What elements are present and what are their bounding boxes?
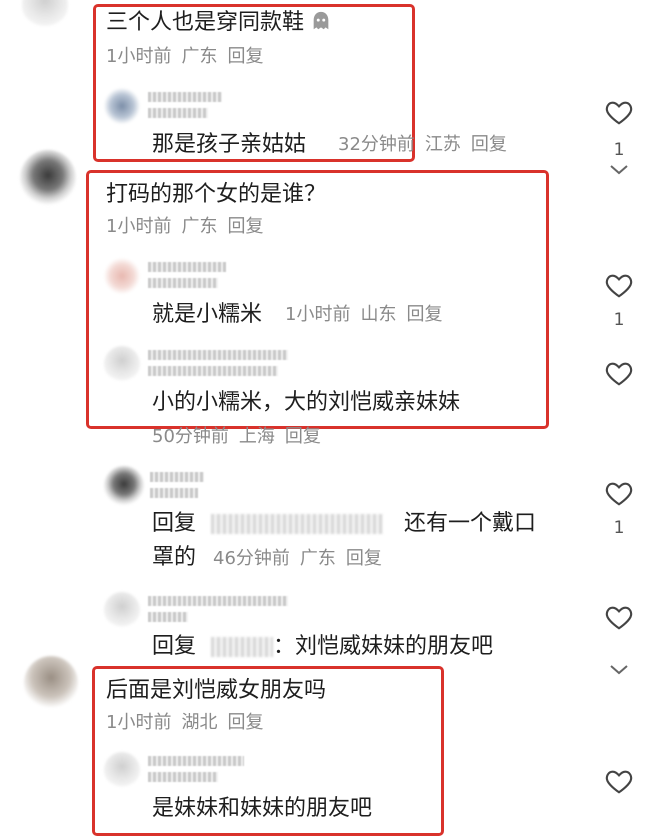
mentioned-username[interactable] — [211, 514, 384, 534]
heart-outline-icon[interactable] — [603, 97, 635, 127]
heart-outline-icon[interactable] — [603, 270, 635, 300]
timestamp: 1小时前 — [106, 216, 172, 237]
reply-text-continued: 罩的 46分钟前 广东 回复 — [152, 543, 392, 573]
reply-text: 那是孩子亲姑姑 — [152, 132, 307, 157]
heart-outline-icon[interactable] — [603, 358, 635, 388]
reply-username[interactable] — [148, 350, 288, 360]
location: 广东 — [299, 548, 336, 569]
comment-text-label: 三个人也是穿同款鞋 — [106, 10, 305, 35]
comment-text: 三个人也是穿同款鞋 — [106, 8, 332, 38]
reply-avatar[interactable] — [104, 258, 140, 294]
reply-button[interactable]: 回复 — [471, 134, 507, 155]
reply-username[interactable] — [150, 472, 204, 482]
reply-username[interactable] — [148, 756, 244, 766]
timestamp: 1小时前 — [106, 46, 172, 67]
reply-meta: 1小时前 山东 回复 — [285, 302, 452, 328]
comment-meta: 1小时前 广东 回复 — [106, 44, 273, 70]
reply-username-line2 — [148, 278, 218, 288]
reply-meta: 50分钟前 上海 回复 — [152, 424, 331, 450]
reply-text-label: ：刘恺威妹妹的朋友吧 — [273, 634, 494, 659]
reply-username-line2 — [148, 612, 188, 622]
timestamp: 46分钟前 — [213, 548, 290, 569]
reply-username-line2 — [148, 108, 208, 118]
reply-username-line2 — [148, 366, 278, 376]
reply-button[interactable]: 回复 — [406, 304, 442, 325]
ghost-sticker-icon — [313, 11, 329, 30]
reply-prefix: 回复 — [152, 511, 197, 536]
reply-avatar[interactable] — [104, 346, 140, 382]
comment-text: 打码的那个女的是谁？ — [106, 182, 327, 207]
chevron-down-icon[interactable] — [609, 164, 629, 176]
reply-avatar[interactable] — [104, 466, 144, 506]
chevron-down-icon[interactable] — [609, 664, 629, 676]
reply-text: 小的小糯米，大的刘恺威亲妹妹 — [152, 390, 461, 415]
location: 江苏 — [424, 134, 461, 155]
timestamp: 1小时前 — [285, 304, 351, 325]
like-count: 1 — [613, 518, 625, 538]
heart-outline-icon[interactable] — [603, 478, 635, 508]
reply-text-label: 还有一个戴口 — [404, 511, 537, 536]
reply-username[interactable] — [148, 262, 226, 272]
comment-meta: 1小时前 广东 回复 — [106, 214, 273, 240]
reply-button[interactable]: 回复 — [227, 712, 263, 733]
reply-avatar[interactable] — [104, 592, 140, 628]
reply-username-line2 — [150, 488, 198, 498]
comment-text: 后面是刘恺威女朋友吗 — [106, 678, 327, 703]
timestamp: 1小时前 — [106, 712, 172, 733]
reply-text: 就是小糯米 — [152, 302, 263, 327]
heart-outline-icon[interactable] — [603, 602, 635, 632]
reply-username[interactable] — [148, 596, 288, 606]
timestamp: 50分钟前 — [152, 426, 229, 447]
reply-button[interactable]: 回复 — [285, 426, 321, 447]
reply-username-line2 — [148, 772, 218, 782]
reply-text: 是妹妹和妹妹的朋友吧 — [152, 796, 373, 821]
reply-username[interactable] — [148, 92, 222, 102]
reply-button[interactable]: 回复 — [227, 46, 263, 67]
heart-outline-icon[interactable] — [603, 766, 635, 796]
reply-button[interactable]: 回复 — [346, 548, 382, 569]
reply-meta: 32分钟前 江苏 回复 — [338, 132, 517, 158]
avatar[interactable] — [20, 150, 76, 206]
location: 广东 — [181, 216, 218, 237]
avatar[interactable] — [24, 656, 78, 710]
reply-meta: 46分钟前 广东 回复 — [213, 548, 392, 569]
reply-text: 回复 ：刘恺威妹妹的朋友吧 — [152, 632, 493, 662]
reply-avatar[interactable] — [104, 88, 140, 124]
reply-text-line2: 罩的 — [152, 545, 197, 570]
location: 山东 — [360, 304, 397, 325]
location: 广东 — [181, 46, 218, 67]
reply-avatar[interactable] — [104, 752, 140, 788]
reply-prefix: 回复 — [152, 634, 197, 659]
like-count: 1 — [613, 310, 625, 330]
comment-meta: 1小时前 湖北 回复 — [106, 710, 273, 736]
location: 湖北 — [181, 712, 218, 733]
avatar[interactable] — [22, 0, 68, 28]
mentioned-username[interactable] — [211, 637, 274, 657]
like-count: 1 — [613, 140, 625, 160]
reply-text: 回复 还有一个戴口 — [152, 509, 536, 539]
location: 上海 — [238, 426, 275, 447]
reply-button[interactable]: 回复 — [227, 216, 263, 237]
timestamp: 32分钟前 — [338, 134, 415, 155]
